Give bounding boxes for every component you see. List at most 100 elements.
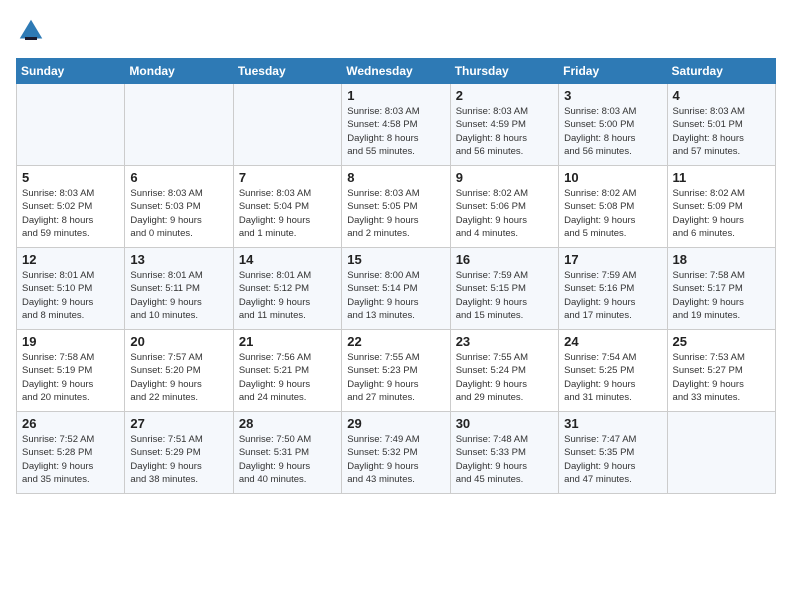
day-info: Sunrise: 8:02 AM Sunset: 5:06 PM Dayligh… <box>456 187 553 240</box>
calendar-cell: 13 Sunrise: 8:01 AM Sunset: 5:11 PM Dayli… <box>125 248 233 330</box>
calendar-cell: 14 Sunrise: 8:01 AM Sunset: 5:12 PM Dayli… <box>233 248 341 330</box>
day-info: Sunrise: 8:01 AM Sunset: 5:11 PM Dayligh… <box>130 269 227 322</box>
calendar-cell: 7 Sunrise: 8:03 AM Sunset: 5:04 PM Daylig… <box>233 166 341 248</box>
weekday-header-friday: Friday <box>559 59 667 84</box>
day-number: 22 <box>347 334 444 349</box>
day-number: 28 <box>239 416 336 431</box>
day-info: Sunrise: 7:59 AM Sunset: 5:15 PM Dayligh… <box>456 269 553 322</box>
calendar-cell: 15Sunrise: 8:00 AM Sunset: 5:14 PM Dayli… <box>342 248 450 330</box>
week-row-3: 12 Sunrise: 8:01 AM Sunset: 5:10 PM Dayli… <box>17 248 776 330</box>
calendar-cell: 31 Sunrise: 7:47 AM Sunset: 5:35 PM Dayli… <box>559 412 667 494</box>
day-info: Sunrise: 8:03 AM Sunset: 5:00 PM Dayligh… <box>564 105 661 158</box>
day-number: 7 <box>239 170 336 185</box>
calendar-cell: 22 Sunrise: 7:55 AM Sunset: 5:23 PM Dayli… <box>342 330 450 412</box>
day-number: 1 <box>347 88 444 103</box>
day-number: 6 <box>130 170 227 185</box>
logo <box>16 16 50 46</box>
day-info: Sunrise: 7:58 AM Sunset: 5:19 PM Dayligh… <box>22 351 119 404</box>
calendar-cell: 25 Sunrise: 7:53 AM Sunset: 5:27 PM Dayli… <box>667 330 775 412</box>
day-info: Sunrise: 8:03 AM Sunset: 5:01 PM Dayligh… <box>673 105 770 158</box>
day-number: 10 <box>564 170 661 185</box>
day-number: 14 <box>239 252 336 267</box>
day-number: 24 <box>564 334 661 349</box>
day-info: Sunrise: 7:58 AM Sunset: 5:17 PM Dayligh… <box>673 269 770 322</box>
day-info: Sunrise: 7:47 AM Sunset: 5:35 PM Dayligh… <box>564 433 661 486</box>
calendar-cell: 3 Sunrise: 8:03 AM Sunset: 5:00 PM Daylig… <box>559 84 667 166</box>
calendar-cell: 10Sunrise: 8:02 AM Sunset: 5:08 PM Dayli… <box>559 166 667 248</box>
day-number: 11 <box>673 170 770 185</box>
day-number: 8 <box>347 170 444 185</box>
day-info: Sunrise: 8:01 AM Sunset: 5:12 PM Dayligh… <box>239 269 336 322</box>
day-info: Sunrise: 8:02 AM Sunset: 5:09 PM Dayligh… <box>673 187 770 240</box>
calendar-cell: 30 Sunrise: 7:48 AM Sunset: 5:33 PM Dayli… <box>450 412 558 494</box>
day-number: 25 <box>673 334 770 349</box>
weekday-header-wednesday: Wednesday <box>342 59 450 84</box>
calendar-cell: 8 Sunrise: 8:03 AM Sunset: 5:05 PM Daylig… <box>342 166 450 248</box>
day-number: 13 <box>130 252 227 267</box>
day-info: Sunrise: 8:03 AM Sunset: 5:02 PM Dayligh… <box>22 187 119 240</box>
day-number: 29 <box>347 416 444 431</box>
calendar-cell: 5 Sunrise: 8:03 AM Sunset: 5:02 PM Daylig… <box>17 166 125 248</box>
day-number: 9 <box>456 170 553 185</box>
day-info: Sunrise: 8:03 AM Sunset: 5:05 PM Dayligh… <box>347 187 444 240</box>
weekday-header-tuesday: Tuesday <box>233 59 341 84</box>
weekday-header-row: SundayMondayTuesdayWednesdayThursdayFrid… <box>17 59 776 84</box>
calendar-cell <box>667 412 775 494</box>
week-row-2: 5 Sunrise: 8:03 AM Sunset: 5:02 PM Daylig… <box>17 166 776 248</box>
page-header <box>16 16 776 46</box>
day-info: Sunrise: 8:03 AM Sunset: 5:04 PM Dayligh… <box>239 187 336 240</box>
day-info: Sunrise: 7:52 AM Sunset: 5:28 PM Dayligh… <box>22 433 119 486</box>
day-number: 17 <box>564 252 661 267</box>
calendar-cell: 18Sunrise: 7:58 AM Sunset: 5:17 PM Dayli… <box>667 248 775 330</box>
weekday-header-thursday: Thursday <box>450 59 558 84</box>
day-number: 3 <box>564 88 661 103</box>
calendar-table: SundayMondayTuesdayWednesdayThursdayFrid… <box>16 58 776 494</box>
day-info: Sunrise: 8:03 AM Sunset: 4:59 PM Dayligh… <box>456 105 553 158</box>
day-number: 26 <box>22 416 119 431</box>
calendar-cell: 16 Sunrise: 7:59 AM Sunset: 5:15 PM Dayli… <box>450 248 558 330</box>
day-info: Sunrise: 7:56 AM Sunset: 5:21 PM Dayligh… <box>239 351 336 404</box>
calendar-cell: 1 Sunrise: 8:03 AM Sunset: 4:58 PM Daylig… <box>342 84 450 166</box>
calendar-cell: 26 Sunrise: 7:52 AM Sunset: 5:28 PM Dayli… <box>17 412 125 494</box>
day-number: 16 <box>456 252 553 267</box>
day-number: 27 <box>130 416 227 431</box>
day-info: Sunrise: 8:03 AM Sunset: 4:58 PM Dayligh… <box>347 105 444 158</box>
day-info: Sunrise: 7:55 AM Sunset: 5:23 PM Dayligh… <box>347 351 444 404</box>
calendar-cell: 9 Sunrise: 8:02 AM Sunset: 5:06 PM Daylig… <box>450 166 558 248</box>
day-number: 12 <box>22 252 119 267</box>
day-info: Sunrise: 7:49 AM Sunset: 5:32 PM Dayligh… <box>347 433 444 486</box>
calendar-cell: 28Sunrise: 7:50 AM Sunset: 5:31 PM Dayli… <box>233 412 341 494</box>
calendar-cell: 12 Sunrise: 8:01 AM Sunset: 5:10 PM Dayli… <box>17 248 125 330</box>
calendar-cell <box>17 84 125 166</box>
calendar-cell: 17Sunrise: 7:59 AM Sunset: 5:16 PM Dayli… <box>559 248 667 330</box>
day-info: Sunrise: 7:57 AM Sunset: 5:20 PM Dayligh… <box>130 351 227 404</box>
day-info: Sunrise: 8:03 AM Sunset: 5:03 PM Dayligh… <box>130 187 227 240</box>
calendar-cell: 19Sunrise: 7:58 AM Sunset: 5:19 PM Dayli… <box>17 330 125 412</box>
day-number: 15 <box>347 252 444 267</box>
calendar-cell: 24Sunrise: 7:54 AM Sunset: 5:25 PM Dayli… <box>559 330 667 412</box>
logo-icon <box>16 16 46 46</box>
week-row-5: 26 Sunrise: 7:52 AM Sunset: 5:28 PM Dayli… <box>17 412 776 494</box>
calendar-cell: 21 Sunrise: 7:56 AM Sunset: 5:21 PM Dayli… <box>233 330 341 412</box>
calendar-cell: 27 Sunrise: 7:51 AM Sunset: 5:29 PM Dayli… <box>125 412 233 494</box>
day-info: Sunrise: 7:53 AM Sunset: 5:27 PM Dayligh… <box>673 351 770 404</box>
week-row-1: 1 Sunrise: 8:03 AM Sunset: 4:58 PM Daylig… <box>17 84 776 166</box>
day-info: Sunrise: 7:48 AM Sunset: 5:33 PM Dayligh… <box>456 433 553 486</box>
day-number: 31 <box>564 416 661 431</box>
day-info: Sunrise: 7:51 AM Sunset: 5:29 PM Dayligh… <box>130 433 227 486</box>
day-number: 30 <box>456 416 553 431</box>
day-number: 21 <box>239 334 336 349</box>
calendar-cell: 23 Sunrise: 7:55 AM Sunset: 5:24 PM Dayli… <box>450 330 558 412</box>
calendar-cell: 20Sunrise: 7:57 AM Sunset: 5:20 PM Dayli… <box>125 330 233 412</box>
day-info: Sunrise: 8:01 AM Sunset: 5:10 PM Dayligh… <box>22 269 119 322</box>
day-number: 5 <box>22 170 119 185</box>
day-info: Sunrise: 7:55 AM Sunset: 5:24 PM Dayligh… <box>456 351 553 404</box>
weekday-header-sunday: Sunday <box>17 59 125 84</box>
calendar-cell: 6 Sunrise: 8:03 AM Sunset: 5:03 PM Daylig… <box>125 166 233 248</box>
weekday-header-monday: Monday <box>125 59 233 84</box>
week-row-4: 19Sunrise: 7:58 AM Sunset: 5:19 PM Dayli… <box>17 330 776 412</box>
weekday-header-saturday: Saturday <box>667 59 775 84</box>
calendar-cell <box>125 84 233 166</box>
day-number: 23 <box>456 334 553 349</box>
day-number: 4 <box>673 88 770 103</box>
